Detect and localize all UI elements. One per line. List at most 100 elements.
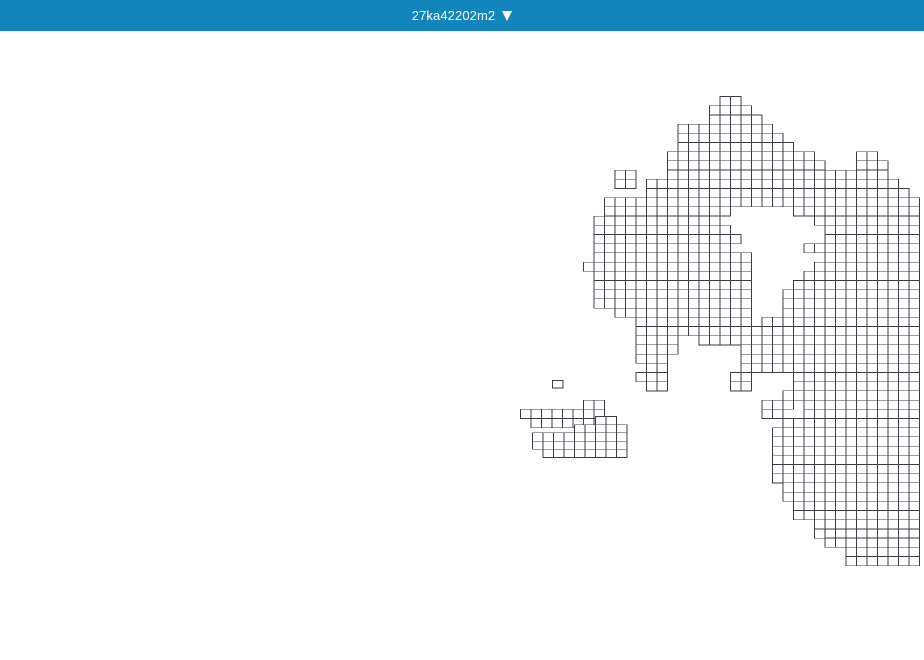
map-sheet-cell[interactable]	[542, 440, 554, 450]
map-sheet-cell[interactable]	[887, 197, 899, 208]
map-sheet-cell[interactable]	[635, 298, 647, 309]
map-sheet-cell[interactable]	[677, 206, 689, 217]
map-sheet-cell[interactable]	[635, 316, 647, 327]
map-sheet-cell[interactable]	[646, 234, 658, 245]
map-sheet-cell[interactable]	[877, 436, 889, 447]
map-sheet-cell[interactable]	[635, 353, 647, 364]
map-sheet-cell[interactable]	[719, 96, 731, 107]
map-sheet-cell[interactable]	[803, 188, 815, 199]
map-sheet-cell[interactable]	[772, 436, 784, 447]
map-sheet-cell[interactable]	[856, 491, 868, 502]
map-sheet-cell[interactable]	[898, 280, 910, 291]
map-sheet-cell[interactable]	[845, 510, 857, 521]
map-sheet-cell[interactable]	[688, 178, 700, 189]
map-sheet-cell[interactable]	[887, 556, 899, 567]
map-sheet-cell[interactable]	[877, 316, 889, 327]
map-sheet-cell[interactable]	[887, 344, 899, 355]
map-sheet-cell[interactable]	[845, 289, 857, 300]
map-sheet-cell[interactable]	[656, 372, 668, 383]
map-sheet-cell[interactable]	[835, 289, 847, 300]
map-sheet-cell[interactable]	[866, 500, 878, 511]
map-sheet-cell[interactable]	[866, 270, 878, 281]
map-sheet-cell[interactable]	[667, 234, 679, 245]
map-sheet-cell[interactable]	[877, 326, 889, 337]
map-sheet-cell[interactable]	[887, 427, 899, 438]
map-sheet-cell[interactable]	[835, 427, 847, 438]
map-sheet-cell[interactable]	[740, 307, 752, 318]
map-sheet-cell[interactable]	[908, 418, 920, 429]
map-sheet-cell[interactable]	[877, 197, 889, 208]
map-sheet-cell[interactable]	[772, 362, 784, 373]
map-sheet-cell[interactable]	[793, 500, 805, 511]
map-sheet-cell[interactable]	[740, 114, 752, 125]
map-sheet-cell[interactable]	[625, 289, 637, 300]
map-sheet-cell[interactable]	[898, 316, 910, 327]
map-sheet-cell[interactable]	[625, 206, 637, 217]
map-sheet-cell[interactable]	[719, 105, 731, 116]
map-sheet-cell[interactable]	[772, 197, 784, 208]
map-sheet-cell[interactable]	[614, 261, 626, 272]
map-sheet-cell[interactable]	[646, 188, 658, 199]
map-sheet-cell[interactable]	[908, 482, 920, 493]
map-sheet-cell[interactable]	[698, 224, 710, 235]
map-sheet-cell[interactable]	[835, 270, 847, 281]
map-sheet-cell[interactable]	[908, 464, 920, 475]
map-sheet-cell[interactable]	[761, 316, 773, 327]
map-sheet-cell[interactable]	[877, 353, 889, 364]
map-sheet-cell[interactable]	[646, 243, 658, 254]
map-sheet-cell[interactable]	[698, 169, 710, 180]
map-sheet-cell[interactable]	[908, 390, 920, 401]
map-sheet-cell[interactable]	[730, 105, 742, 116]
map-sheet-cell[interactable]	[835, 243, 847, 254]
map-sheet-cell[interactable]	[866, 307, 878, 318]
map-sheet-cell[interactable]	[616, 424, 628, 434]
map-sheet-cell[interactable]	[908, 270, 920, 281]
map-sheet-cell[interactable]	[866, 510, 878, 521]
map-sheet-cell[interactable]	[856, 289, 868, 300]
map-sheet-cell[interactable]	[688, 224, 700, 235]
map-sheet-cell[interactable]	[793, 510, 805, 521]
map-sheet-cell[interactable]	[604, 224, 616, 235]
map-sheet-cell[interactable]	[824, 224, 836, 235]
map-sheet-cell[interactable]	[530, 408, 542, 419]
map-sheet-cell[interactable]	[667, 344, 679, 355]
map-sheet-cell[interactable]	[845, 491, 857, 502]
map-sheet-cell[interactable]	[793, 454, 805, 465]
map-sheet-cell[interactable]	[709, 326, 721, 337]
map-sheet-cell[interactable]	[646, 178, 658, 189]
map-sheet-cell[interactable]	[856, 362, 868, 373]
map-sheet-cell[interactable]	[835, 178, 847, 189]
map-sheet-cell[interactable]	[605, 432, 617, 442]
map-sheet-cell[interactable]	[656, 335, 668, 346]
map-sheet-cell[interactable]	[835, 482, 847, 493]
map-sheet-cell[interactable]	[887, 362, 899, 373]
map-sheet-cell[interactable]	[814, 178, 826, 189]
map-sheet-cell[interactable]	[604, 206, 616, 217]
map-sheet-cell[interactable]	[793, 381, 805, 392]
map-sheet-cell[interactable]	[814, 436, 826, 447]
map-sheet-cell[interactable]	[835, 436, 847, 447]
map-sheet-cell[interactable]	[887, 326, 899, 337]
map-sheet-cell[interactable]	[866, 197, 878, 208]
map-sheet-cell[interactable]	[814, 344, 826, 355]
map-sheet-cell[interactable]	[751, 344, 763, 355]
map-sheet-cell[interactable]	[814, 298, 826, 309]
map-sheet-cell[interactable]	[866, 454, 878, 465]
map-sheet-cell[interactable]	[656, 252, 668, 263]
map-sheet-cell[interactable]	[887, 464, 899, 475]
map-sheet-cell[interactable]	[667, 270, 679, 281]
map-sheet-cell[interactable]	[887, 188, 899, 199]
map-sheet-cell[interactable]	[646, 307, 658, 318]
map-sheet-cell[interactable]	[604, 215, 616, 226]
map-sheet-cell[interactable]	[887, 408, 899, 419]
map-sheet-cell[interactable]	[814, 197, 826, 208]
map-sheet-cell[interactable]	[761, 326, 773, 337]
map-sheet-cell[interactable]	[887, 537, 899, 548]
map-sheet-cell[interactable]	[877, 169, 889, 180]
map-sheet-cell[interactable]	[646, 261, 658, 272]
map-sheet-cell[interactable]	[593, 243, 605, 254]
map-sheet-cell[interactable]	[908, 519, 920, 530]
map-sheet-cell[interactable]	[532, 432, 544, 442]
map-sheet-cell[interactable]	[709, 105, 721, 116]
map-sheet-cell[interactable]	[772, 178, 784, 189]
